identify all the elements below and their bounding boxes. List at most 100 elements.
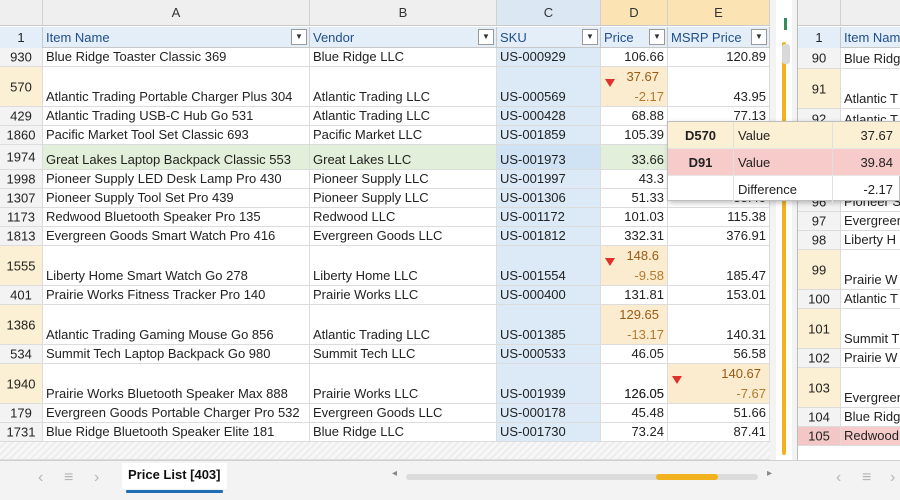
filter-dropdown-icon[interactable]: ▼ (582, 29, 598, 45)
vendor-cell[interactable]: Blue Ridge LLC (310, 48, 497, 66)
header-item-name[interactable]: Item Name ▼ (43, 27, 310, 48)
item-name-cell[interactable]: Liberty H (841, 231, 900, 249)
msrp-cell[interactable]: 153.01 (668, 286, 770, 304)
item-name-cell[interactable]: Blue Ridge Bluetooth Speaker Elite 181 (43, 423, 310, 441)
row-number[interactable]: 97 (798, 212, 841, 230)
right-sheet-list-icon[interactable]: ≡ (862, 469, 871, 487)
msrp-cell[interactable]: 87.41 (668, 423, 770, 441)
price-cell[interactable]: 45.48 (601, 404, 668, 422)
header-sku[interactable]: SKU ▼ (497, 27, 601, 48)
row-number[interactable]: 102 (798, 349, 841, 367)
header-msrp-price[interactable]: MSRP Price ▼ (668, 27, 770, 48)
sku-cell[interactable]: US-001306 (497, 189, 601, 207)
vendor-cell[interactable]: Blue Ridge LLC (310, 423, 497, 441)
row-number[interactable]: 1860 (0, 126, 43, 144)
item-name-cell[interactable]: Prairie W (841, 349, 900, 367)
item-name-cell[interactable]: Atlantic T (841, 69, 900, 108)
row-number[interactable]: 100 (798, 290, 841, 308)
item-name-cell[interactable]: Atlantic Trading USB-C Hub Go 531 (43, 107, 310, 125)
right-next-sheet-icon[interactable]: › (890, 469, 895, 487)
column-header-e[interactable]: E (668, 0, 770, 26)
item-name-cell[interactable]: Atlantic T (841, 290, 900, 308)
row-number[interactable]: 1555 (0, 246, 43, 285)
item-name-cell[interactable]: Redwood (841, 427, 900, 445)
vendor-cell[interactable]: Summit Tech LLC (310, 345, 497, 363)
price-cell[interactable]: 68.88 (601, 107, 668, 125)
item-name-cell[interactable]: Blue Ridg (841, 48, 900, 68)
price-cell[interactable]: 73.24 (601, 423, 668, 441)
msrp-cell[interactable]: 51.66 (668, 404, 770, 422)
sku-cell[interactable]: US-001172 (497, 208, 601, 226)
row-number[interactable]: 98 (798, 231, 841, 249)
msrp-cell[interactable]: 43.95 (668, 67, 770, 106)
msrp-cell[interactable]: 185.47 (668, 246, 770, 285)
vendor-cell[interactable]: Atlantic Trading LLC (310, 67, 497, 106)
vendor-cell[interactable]: Atlantic Trading LLC (310, 305, 497, 344)
row-number[interactable]: 91 (798, 69, 841, 108)
vendor-cell[interactable]: Evergreen Goods LLC (310, 227, 497, 245)
horizontal-scrollbar[interactable]: ◂ ▸ (392, 468, 772, 483)
row-number[interactable]: 429 (0, 107, 43, 125)
row-number[interactable]: 1307 (0, 189, 43, 207)
msrp-cell[interactable]: 120.89 (668, 48, 770, 66)
row-number[interactable]: 99 (798, 250, 841, 289)
scroll-left-icon[interactable]: ◂ (392, 468, 397, 479)
right-column-header[interactable] (841, 0, 900, 26)
item-name-cell[interactable]: Atlantic Trading Gaming Mouse Go 856 (43, 305, 310, 344)
row-number[interactable]: 1998 (0, 170, 43, 188)
column-header-b[interactable]: B (310, 0, 497, 26)
item-name-cell[interactable]: Blue Ridg (841, 408, 900, 426)
item-name-cell[interactable]: Evergreen (841, 212, 900, 230)
price-cell[interactable]: 33.66 (601, 145, 668, 169)
next-sheet-icon[interactable]: › (94, 469, 99, 487)
scroll-right-icon[interactable]: ▸ (767, 468, 772, 479)
sku-cell[interactable]: US-000428 (497, 107, 601, 125)
row-number[interactable]: 1 (0, 27, 43, 48)
sku-cell[interactable]: US-001730 (497, 423, 601, 441)
vendor-cell[interactable]: Pioneer Supply LLC (310, 189, 497, 207)
sku-cell[interactable]: US-000400 (497, 286, 601, 304)
vendor-cell[interactable]: Evergreen Goods LLC (310, 404, 497, 422)
item-name-cell[interactable]: Evergreen (841, 368, 900, 407)
msrp-cell[interactable]: 140.31 (668, 305, 770, 344)
price-cell[interactable]: 101.03 (601, 208, 668, 226)
item-name-cell[interactable]: Pacific Market Tool Set Classic 693 (43, 126, 310, 144)
vendor-cell[interactable]: Pacific Market LLC (310, 126, 497, 144)
msrp-cell[interactable]: 376.91 (668, 227, 770, 245)
sku-cell[interactable]: US-000533 (497, 345, 601, 363)
price-cell[interactable]: 105.39 (601, 126, 668, 144)
split-divider[interactable] (776, 0, 792, 460)
filter-dropdown-icon[interactable]: ▼ (751, 29, 767, 45)
price-cell[interactable]: 332.31 (601, 227, 668, 245)
right-prev-sheet-icon[interactable]: ‹ (836, 469, 841, 487)
vendor-cell[interactable]: Redwood LLC (310, 208, 497, 226)
price-cell-changed[interactable]: 148.6 -9.58 (601, 246, 668, 285)
vendor-cell[interactable]: Prairie Works LLC (310, 364, 497, 403)
sku-cell[interactable]: US-000178 (497, 404, 601, 422)
sku-cell[interactable]: US-001385 (497, 305, 601, 344)
row-number[interactable]: 179 (0, 404, 43, 422)
item-name-cell[interactable]: Prairie W (841, 250, 900, 289)
sheet-tab-price-list[interactable]: Price List [403] (122, 463, 227, 493)
row-number[interactable]: 1940 (0, 364, 43, 403)
item-name-cell[interactable]: Summit Tech Laptop Backpack Go 980 (43, 345, 310, 363)
row-number[interactable]: 1 (798, 27, 841, 48)
msrp-cell[interactable]: 56.58 (668, 345, 770, 363)
vertical-scroll-thumb[interactable] (782, 44, 790, 64)
filter-dropdown-icon[interactable]: ▼ (291, 29, 307, 45)
filter-dropdown-icon[interactable]: ▼ (478, 29, 494, 45)
column-header-a[interactable]: A (43, 0, 310, 26)
row-number[interactable]: 90 (798, 48, 841, 68)
row-number[interactable]: 1731 (0, 423, 43, 441)
column-header-c[interactable]: C (497, 0, 601, 26)
header-price[interactable]: Price ▼ (601, 27, 668, 48)
vendor-cell[interactable]: Prairie Works LLC (310, 286, 497, 304)
item-name-cell[interactable]: Liberty Home Smart Watch Go 278 (43, 246, 310, 285)
price-cell[interactable]: 46.05 (601, 345, 668, 363)
price-cell-changed[interactable]: 129.65 -13.17 (601, 305, 668, 344)
item-name-cell[interactable]: Pioneer Supply LED Desk Lamp Pro 430 (43, 170, 310, 188)
row-number[interactable]: 1173 (0, 208, 43, 226)
right-corner[interactable] (798, 0, 841, 26)
vendor-cell[interactable]: Liberty Home LLC (310, 246, 497, 285)
row-number[interactable]: 930 (0, 48, 43, 66)
